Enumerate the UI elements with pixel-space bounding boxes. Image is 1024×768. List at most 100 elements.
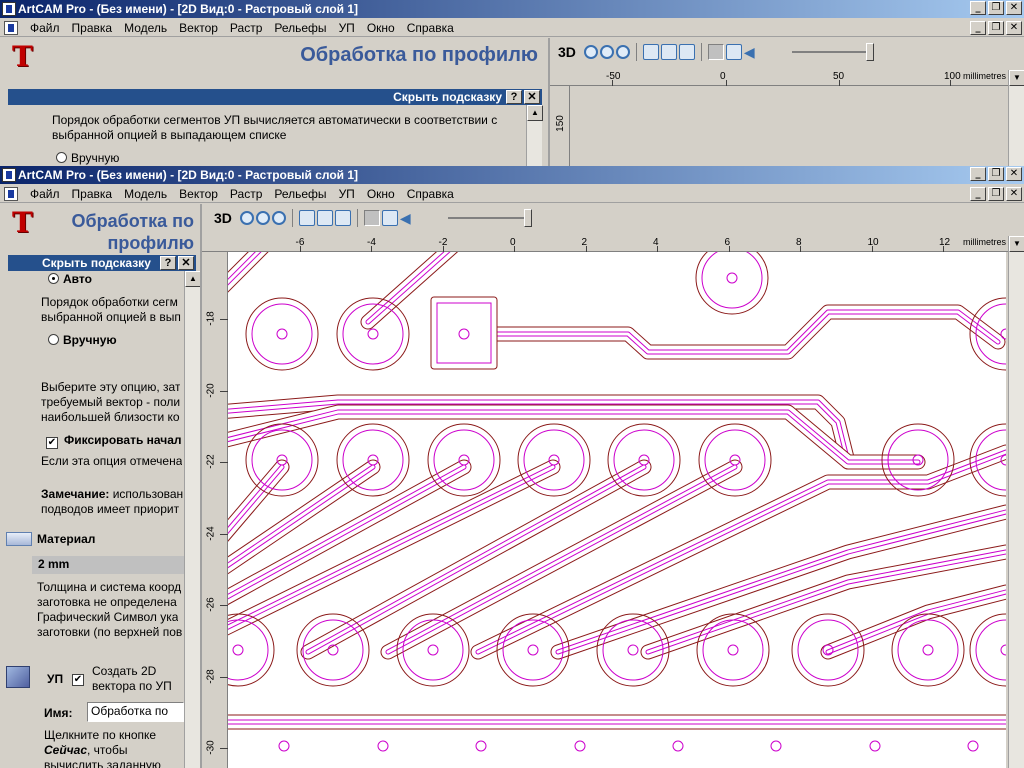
square-pad-inner-contour bbox=[436, 302, 492, 364]
scroll-down-icon[interactable]: ▼ bbox=[1009, 236, 1024, 252]
create-vectors-checkbox[interactable]: ✔ bbox=[72, 674, 84, 686]
back-3d-button[interactable]: 3D bbox=[558, 44, 576, 60]
radio-icon[interactable] bbox=[56, 152, 67, 163]
pad-hole bbox=[726, 272, 738, 284]
document-icon[interactable] bbox=[4, 186, 18, 201]
front-ruler-v-tick-label: -30 bbox=[205, 740, 217, 755]
zoom-previous-icon[interactable] bbox=[316, 210, 333, 226]
close-button[interactable]: ✕ bbox=[1006, 1, 1022, 15]
layer-swap-icon[interactable] bbox=[725, 44, 742, 60]
ruler-tick bbox=[220, 748, 228, 749]
ruler-tick bbox=[220, 390, 228, 392]
doc-restore-button[interactable]: ❐ bbox=[988, 186, 1004, 201]
back-menu-item[interactable]: Справка bbox=[401, 21, 460, 35]
front-menu-item[interactable]: Модель bbox=[118, 187, 173, 201]
pad-hole bbox=[377, 740, 389, 752]
restore-button[interactable]: ❐ bbox=[988, 1, 1004, 15]
pad-hole bbox=[276, 328, 288, 340]
layer-toggle-icon[interactable] bbox=[363, 210, 380, 226]
doc-close-button[interactable]: ✕ bbox=[1006, 20, 1022, 35]
click-text-3: вычислить заданную bbox=[44, 758, 161, 768]
front-hide-hint-label[interactable]: Скрыть подсказку bbox=[42, 256, 151, 270]
front-view-scrollbar[interactable]: ▼ bbox=[1008, 236, 1024, 768]
back-menu-item[interactable]: Рельефы bbox=[268, 21, 332, 35]
back-slider-thumb[interactable] bbox=[865, 43, 874, 61]
zoom-all-icon[interactable] bbox=[334, 210, 351, 226]
back-menu-item[interactable]: Модель bbox=[118, 21, 173, 35]
layer-toggle-icon[interactable] bbox=[707, 44, 724, 60]
front-menu-item[interactable]: Справка bbox=[401, 187, 460, 201]
front-menu-item[interactable]: Файл bbox=[24, 187, 66, 201]
zoom-out-icon[interactable] bbox=[255, 211, 270, 225]
doc-minimize-button[interactable]: _ bbox=[970, 186, 986, 201]
select-text-3: наибольшей близости ко bbox=[41, 410, 180, 424]
back-radio-manual[interactable]: Вручную bbox=[56, 151, 119, 166]
front-menu-item[interactable]: Рельефы bbox=[268, 187, 332, 201]
zoom-in-icon[interactable] bbox=[239, 211, 254, 225]
radio-icon[interactable] bbox=[48, 334, 59, 345]
front-panel-scrollbar[interactable]: ▲ bbox=[184, 271, 201, 768]
back-hide-hint-label[interactable]: Скрыть подсказку bbox=[393, 90, 502, 104]
material-value-bar[interactable]: 2 mm bbox=[32, 556, 184, 574]
zoom-fit-icon[interactable] bbox=[271, 211, 286, 225]
back-hint-close-button[interactable]: ✕ bbox=[524, 90, 540, 104]
front-hint-bar: Скрыть подсказку ? ✕ bbox=[8, 255, 196, 271]
back-hint-help-button[interactable]: ? bbox=[506, 90, 522, 104]
zoom-all-icon[interactable] bbox=[678, 44, 695, 60]
back-menu-item[interactable]: Правка bbox=[66, 21, 119, 35]
front-menu-item[interactable]: УП bbox=[333, 187, 361, 201]
back-zoom-slider[interactable] bbox=[791, 43, 874, 61]
front-menu-item[interactable]: Вектор bbox=[173, 187, 224, 201]
document-icon[interactable] bbox=[4, 20, 18, 35]
front-slider-thumb[interactable] bbox=[523, 209, 532, 227]
front-ruler-units: millimetres bbox=[962, 237, 1006, 247]
radio-icon[interactable] bbox=[48, 273, 59, 284]
back-menu-item[interactable]: Вектор bbox=[173, 21, 224, 35]
front-menu-item[interactable]: Растр bbox=[224, 187, 268, 201]
zoom-fit-icon[interactable] bbox=[615, 45, 630, 59]
pcb-canvas[interactable] bbox=[228, 252, 1006, 768]
toolpath-name-input[interactable]: Обработка по bbox=[87, 702, 184, 722]
radio-manual[interactable]: Вручную bbox=[48, 333, 117, 348]
pad-hole bbox=[672, 740, 684, 752]
front-hint-close-button[interactable]: ✕ bbox=[178, 256, 194, 270]
ruler-tick bbox=[220, 462, 228, 463]
front-menu-item[interactable]: Окно bbox=[361, 187, 401, 201]
arrow-left-icon[interactable]: ◀ bbox=[400, 210, 416, 226]
zoom-previous-icon[interactable] bbox=[660, 44, 677, 60]
checkbox-checked-icon[interactable]: ✔ bbox=[46, 437, 58, 449]
back-canvas[interactable] bbox=[571, 86, 1011, 166]
scroll-up-icon[interactable]: ▲ bbox=[527, 105, 543, 121]
minimize-button[interactable]: _ bbox=[970, 1, 986, 15]
scroll-down-icon[interactable]: ▼ bbox=[1009, 70, 1024, 86]
back-view-scrollbar[interactable]: ▼ bbox=[1008, 70, 1024, 166]
restore-button[interactable]: ❐ bbox=[988, 167, 1004, 181]
layer-swap-icon[interactable] bbox=[381, 210, 398, 226]
arrow-left-icon[interactable]: ◀ bbox=[744, 44, 760, 60]
minimize-button[interactable]: _ bbox=[970, 167, 986, 181]
fix-start-label: Фиксировать начал bbox=[64, 433, 182, 447]
zoom-window-icon[interactable] bbox=[298, 210, 315, 226]
front-menu-item[interactable]: Правка bbox=[66, 187, 119, 201]
back-menu-item[interactable]: Окно bbox=[361, 21, 401, 35]
artcam-app-icon[interactable] bbox=[2, 2, 16, 16]
front-hint-help-button[interactable]: ? bbox=[160, 256, 176, 270]
zoom-out-icon[interactable] bbox=[599, 45, 614, 59]
doc-close-button[interactable]: ✕ bbox=[1006, 186, 1022, 201]
doc-minimize-button[interactable]: _ bbox=[970, 20, 986, 35]
back-menu-item[interactable]: УП bbox=[333, 21, 361, 35]
scroll-up-icon[interactable]: ▲ bbox=[185, 271, 201, 287]
front-window-titlebar: ArtCAM Pro - (Без имени) - [2D Вид:0 - Р… bbox=[0, 166, 1024, 184]
back-panel-scrollbar[interactable]: ▲ bbox=[526, 105, 543, 167]
radio-auto[interactable]: Авто bbox=[48, 272, 92, 287]
zoom-window-icon[interactable] bbox=[642, 44, 659, 60]
zoom-in-icon[interactable] bbox=[583, 45, 598, 59]
fix-start-checkbox[interactable]: ✔ Фиксировать начал bbox=[46, 433, 182, 449]
back-menu-item[interactable]: Файл bbox=[24, 21, 66, 35]
front-zoom-slider[interactable] bbox=[447, 209, 532, 227]
close-button[interactable]: ✕ bbox=[1006, 167, 1022, 181]
back-menu-item[interactable]: Растр bbox=[224, 21, 268, 35]
artcam-app-icon[interactable] bbox=[2, 168, 16, 182]
doc-restore-button[interactable]: ❐ bbox=[988, 20, 1004, 35]
front-3d-button[interactable]: 3D bbox=[214, 210, 232, 226]
